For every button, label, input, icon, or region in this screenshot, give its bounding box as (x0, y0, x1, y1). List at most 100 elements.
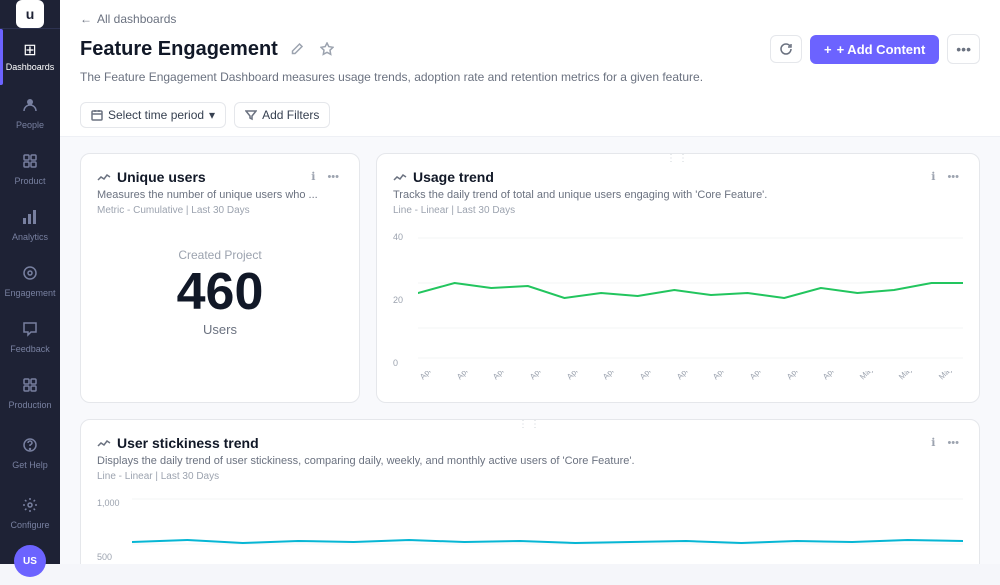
stickiness-more-button[interactable]: ••• (943, 435, 963, 451)
edit-button[interactable] (286, 40, 308, 58)
stickiness-title: User stickiness trend (117, 435, 259, 451)
stickiness-title-row: User stickiness trend (97, 435, 259, 451)
sidebar-label-analytics: Analytics (12, 232, 48, 242)
help-icon (22, 437, 38, 457)
calendar-icon (91, 109, 103, 121)
unique-users-actions: ℹ ••• (307, 168, 343, 185)
header-description: The Feature Engagement Dashboard measure… (80, 70, 980, 84)
add-content-label: + Add Content (837, 42, 926, 57)
back-link[interactable]: ← All dashboards (80, 12, 980, 26)
header-title-row: Feature Engagement + + Add Content ••• (80, 34, 980, 64)
refresh-button[interactable] (770, 35, 802, 63)
back-arrow-icon: ← (80, 12, 92, 26)
x-label: Apr 16 (565, 371, 599, 392)
usage-trend-chart-container: 40 20 0 (393, 228, 963, 388)
stickiness-desc: Displays the daily trend of user stickin… (97, 455, 963, 467)
header-actions: + + Add Content ••• (770, 34, 980, 64)
y-label-20: 20 (393, 295, 414, 305)
stickiness-info-button[interactable]: ℹ (927, 434, 939, 451)
metric-label: Created Project (178, 248, 261, 262)
usage-trend-header: Usage trend ℹ ••• (393, 168, 963, 185)
x-label: May 06 (937, 371, 963, 392)
y-label-500: 500 (97, 552, 128, 562)
add-content-button[interactable]: + + Add Content (810, 35, 939, 64)
unique-users-more-button[interactable]: ••• (323, 169, 343, 185)
x-label: May 04 (897, 371, 933, 392)
sidebar-label-feedback: Feedback (10, 344, 50, 354)
x-label: Apr 12 (491, 371, 525, 392)
x-label: Apr 24 (711, 371, 745, 392)
unique-users-title: Unique users (117, 169, 206, 185)
time-select-button[interactable]: Select time period ▾ (80, 102, 226, 128)
time-select-label: Select time period (108, 108, 204, 122)
widgets-row-1: Unique users ℹ ••• Measures the number o… (80, 153, 980, 403)
dropdown-chevron-icon: ▾ (209, 108, 215, 122)
sidebar-label-people: People (16, 120, 44, 130)
sidebar-item-dashboards[interactable]: ⊞ Dashboards (0, 29, 60, 85)
sidebar-item-production[interactable]: Production (0, 365, 60, 421)
x-label: Apr 22 (675, 371, 709, 392)
usage-trend-chart: Apr 08 Apr 10 Apr 12 Apr 14 Apr 16 Apr 1… (418, 228, 963, 388)
metric-unit: Users (203, 322, 237, 337)
star-button[interactable] (316, 40, 338, 58)
toolbar: Select time period ▾ Add Filters (80, 94, 980, 136)
sidebar-item-get-help[interactable]: Get Help (0, 425, 60, 481)
sidebar-label-engagement: Engagement (4, 288, 55, 298)
unique-users-desc: Measures the number of unique users who … (97, 189, 343, 201)
sidebar-label-configure: Configure (10, 520, 49, 530)
add-filters-button[interactable]: Add Filters (234, 102, 330, 128)
ellipsis-icon: ••• (956, 41, 971, 57)
x-label: Apr 14 (528, 371, 562, 392)
usage-trend-svg (418, 228, 963, 368)
x-label: Apr 30 (821, 371, 855, 392)
x-label: Apr 08 (418, 371, 452, 392)
y-label-1000: 1,000 (97, 498, 128, 508)
usage-trend-more-button[interactable]: ••• (943, 169, 963, 185)
avatar[interactable]: US (14, 545, 46, 577)
x-label: Apr 10 (455, 371, 489, 392)
sidebar-logo: u (0, 0, 60, 29)
x-label: Apr 18 (601, 371, 635, 392)
header: ← All dashboards Feature Engagement + + (60, 0, 1000, 137)
usage-trend-title-row: Usage trend (393, 169, 494, 185)
plus-icon: + (824, 42, 832, 57)
y-label-0: 0 (393, 358, 414, 368)
product-icon (22, 153, 38, 173)
drag-handle: ⋮⋮ (666, 153, 690, 164)
x-label: Apr 20 (638, 371, 672, 392)
usage-trend-y-labels: 40 20 0 (393, 228, 418, 388)
trend-chart-icon (393, 170, 407, 184)
sidebar-item-product[interactable]: Product (0, 141, 60, 197)
x-label: May 02 (858, 371, 894, 392)
main-content: ← All dashboards Feature Engagement + + (60, 0, 1000, 564)
page-title: Feature Engagement (80, 38, 278, 61)
sidebar-label-product: Product (14, 176, 45, 186)
sidebar-item-feedback[interactable]: Feedback (0, 309, 60, 365)
usage-trend-widget: ⋮⋮ Usage trend ℹ ••• Tracks the daily tr… (376, 153, 980, 403)
unique-users-header: Unique users ℹ ••• (97, 168, 343, 185)
stickiness-drag-handle: ⋮⋮ (518, 419, 542, 430)
chart-icon (97, 170, 111, 184)
sidebar-item-analytics[interactable]: Analytics (0, 197, 60, 253)
stickiness-chart: Apr 08 Apr 10 Apr 12 Apr 14 Apr 16 Apr 1… (132, 494, 963, 564)
add-filters-label: Add Filters (262, 108, 319, 122)
people-icon (22, 97, 38, 117)
logo-icon: u (16, 0, 44, 28)
usage-trend-actions: ℹ ••• (927, 168, 963, 185)
sidebar-item-engagement[interactable]: Engagement (0, 253, 60, 309)
usage-trend-info-button[interactable]: ℹ (927, 168, 939, 185)
sidebar-label-dashboards: Dashboards (6, 62, 55, 72)
configure-icon (22, 497, 38, 517)
more-options-button[interactable]: ••• (947, 34, 980, 64)
unique-users-info-button[interactable]: ℹ (307, 168, 319, 185)
usage-trend-meta: Line - Linear | Last 30 Days (393, 205, 963, 216)
unique-users-title-row: Unique users (97, 169, 206, 185)
production-icon (22, 377, 38, 397)
sidebar-nav: ⊞ Dashboards People Product Analytics (0, 29, 60, 365)
stickiness-header: User stickiness trend ℹ ••• (97, 434, 963, 451)
header-left: Feature Engagement (80, 38, 338, 61)
sidebar-item-people[interactable]: People (0, 85, 60, 141)
sidebar-item-configure[interactable]: Configure (0, 485, 60, 541)
metric-value: 460 (177, 266, 264, 318)
unique-users-widget: Unique users ℹ ••• Measures the number o… (80, 153, 360, 403)
